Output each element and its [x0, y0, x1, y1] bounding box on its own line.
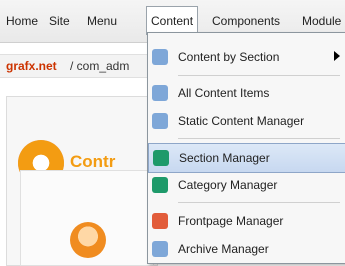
menu-home[interactable]: Home — [6, 14, 38, 28]
menu-module[interactable]: Module — [302, 14, 341, 28]
menu-item-static-content-manager[interactable]: Static Content Manager — [148, 107, 344, 135]
menu-item-archive-manager[interactable]: Archive Manager — [148, 235, 344, 263]
menu-item-label: Category Manager — [178, 178, 278, 192]
menu-content[interactable]: Content — [146, 6, 199, 35]
menu-item-label: Frontpage Manager — [178, 214, 284, 228]
menu-item-label: Content by Section — [178, 50, 280, 64]
menu-item-label: Static Content Manager — [178, 114, 305, 128]
menu-item-all-content-items[interactable]: All Content Items — [148, 79, 344, 107]
menu-item-category-manager[interactable]: Category Manager — [148, 171, 344, 199]
menu-separator — [178, 138, 340, 139]
support-icon — [70, 222, 106, 258]
menu-menu[interactable]: Menu — [87, 14, 117, 28]
content-icon — [152, 49, 168, 65]
menu-site[interactable]: Site — [49, 14, 70, 28]
menu-separator — [178, 75, 340, 76]
content-dropdown-menu: Content by Section All Content Items Sta… — [147, 32, 345, 264]
static-content-icon — [152, 113, 168, 129]
breadcrumb-path: / com_adm — [70, 59, 130, 73]
section-manager-icon — [153, 150, 169, 166]
archive-manager-icon — [152, 241, 168, 257]
menu-item-label: All Content Items — [178, 86, 270, 100]
submenu-arrow-icon — [334, 51, 340, 61]
menu-item-content-by-section[interactable]: Content by Section — [148, 43, 344, 71]
content-items-icon — [152, 85, 168, 101]
breadcrumb-brand[interactable]: grafx.net — [6, 59, 57, 73]
frontpage-manager-icon — [152, 213, 168, 229]
menu-item-section-manager[interactable]: Section Manager — [148, 143, 345, 173]
category-manager-icon — [152, 177, 168, 193]
menu-components[interactable]: Components — [212, 14, 280, 28]
menu-item-frontpage-manager[interactable]: Frontpage Manager — [148, 207, 344, 235]
menu-separator — [178, 202, 340, 203]
menu-item-label: Section Manager — [179, 151, 270, 165]
control-panel-title: Contr — [70, 152, 116, 171]
menu-item-label: Archive Manager — [178, 242, 269, 256]
